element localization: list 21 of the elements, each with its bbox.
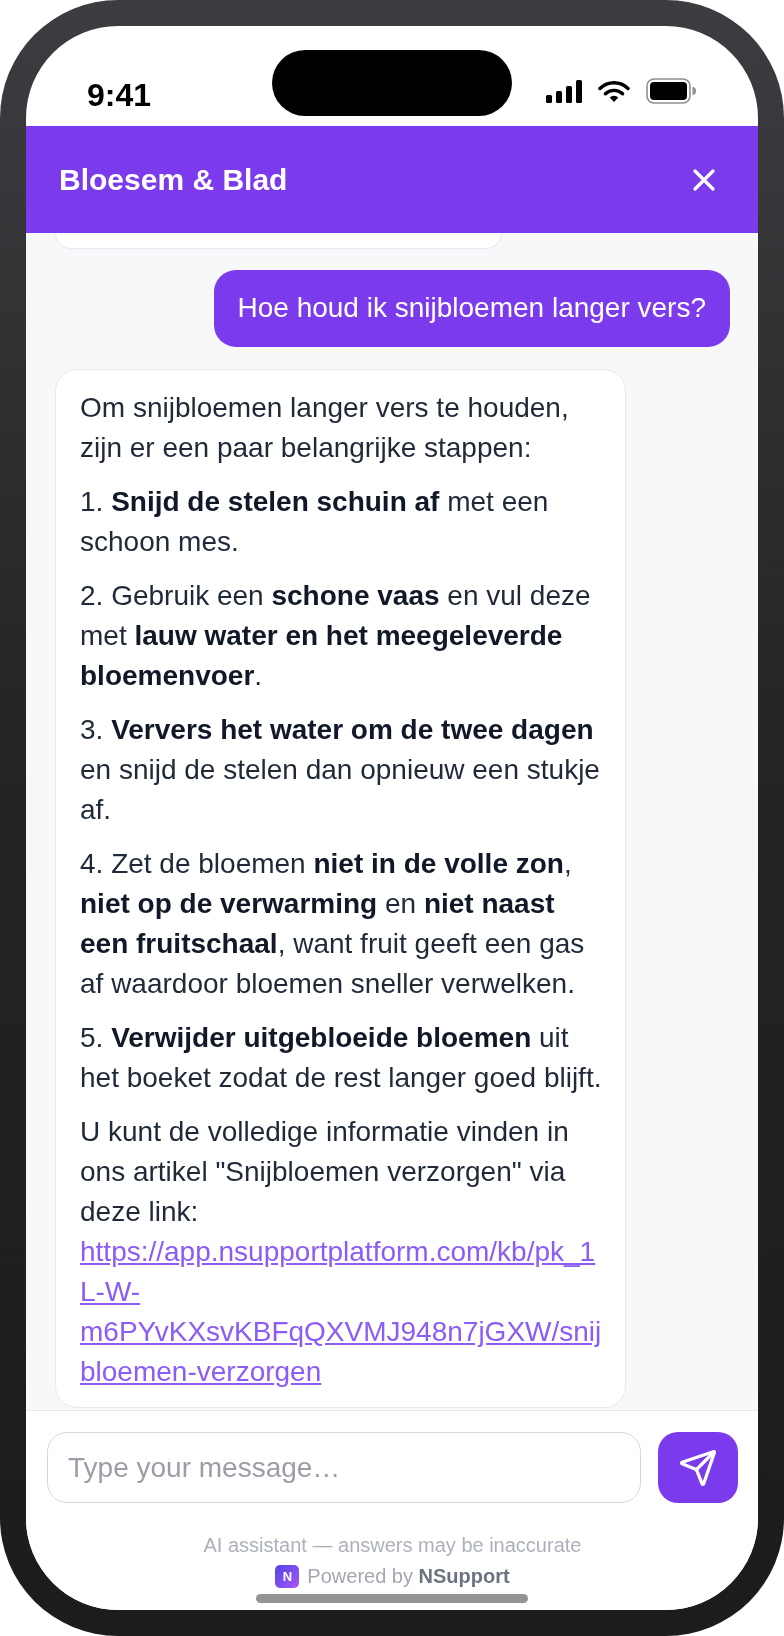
message-paragraph: 3. Ververs het water om de twee dagen en snijd de stelen dan opnieuw een stukje af. <box>80 713 601 827</box>
header-title: Bloesem & Blad <box>59 161 288 198</box>
message-paragraph: 5. Verwijder uitgebloeide bloemen uit het boeket zodat de rest langer goed blijft. <box>80 1021 603 1095</box>
message-paragraph: U kunt de volledige informatie vinden in ons artikel "Snijbloemen verzorgen" via deze link: <box>80 1115 570 1229</box>
message-input[interactable]: Type your message… <box>47 1432 641 1503</box>
send-icon <box>680 1449 716 1486</box>
close-icon <box>692 167 716 192</box>
message-paragraph: Om snijbloemen langer vers te houden, zijn er een paar belangrijke stappen: <box>80 391 570 465</box>
wifi-icon <box>598 79 630 103</box>
send-button[interactable] <box>658 1432 738 1503</box>
message-paragraph: 2. Gebruik een schone vaas en vul deze met lauw water en het meegeleverde bloemenvoer. <box>80 579 592 693</box>
brand-logo: N <box>275 1564 300 1588</box>
battery-icon <box>646 78 696 104</box>
signal-icon <box>546 79 582 103</box>
message-paragraph: 1. Snijd de stelen schuin af met een schoon mes. <box>80 485 550 559</box>
status-time: 9:41 <box>87 77 153 113</box>
disclaimer-text: AI assistant — answers may be inaccurate <box>202 1533 583 1557</box>
user-message: Hoe houd ik snijbloemen langer vers? <box>213 270 730 347</box>
message-paragraph: 4. Zet de bloemen niet in de volle zon, niet op de verwarming en niet naast een fruitschaal, want fruit geeft een gas af waardoor bloemen sneller verwelken. <box>80 847 586 1001</box>
powered-by-text: Powered by NSupport <box>307 1564 510 1588</box>
article-link[interactable]: https://app.nsupportplatform.com/kb/pk_1L-W-m6PYvKXsvKBFqQXVMJ948n7jGXW/snijbloemen-verzorgen <box>80 1232 605 1392</box>
